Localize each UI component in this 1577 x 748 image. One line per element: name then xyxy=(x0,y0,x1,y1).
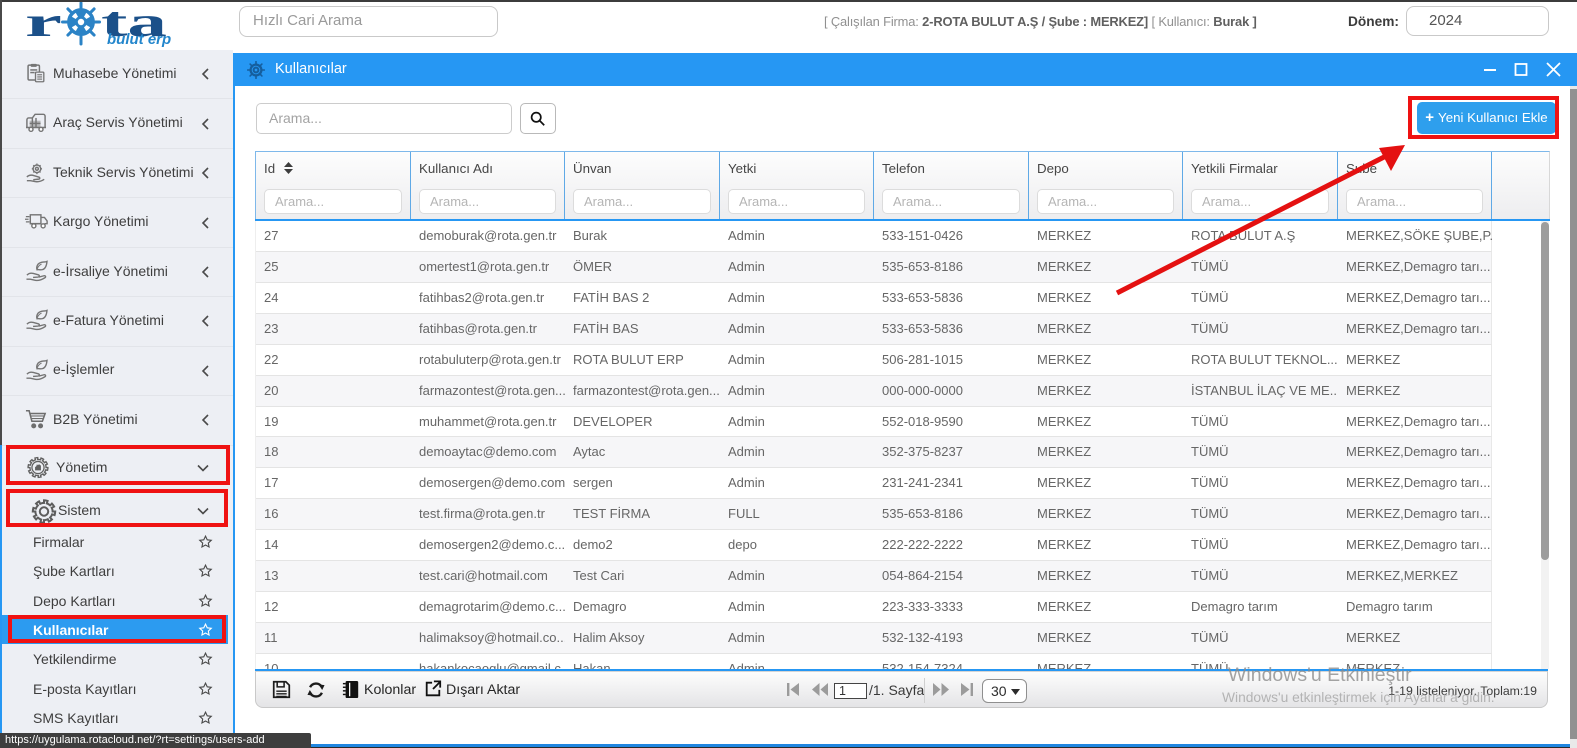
svg-text:r: r xyxy=(25,2,62,46)
